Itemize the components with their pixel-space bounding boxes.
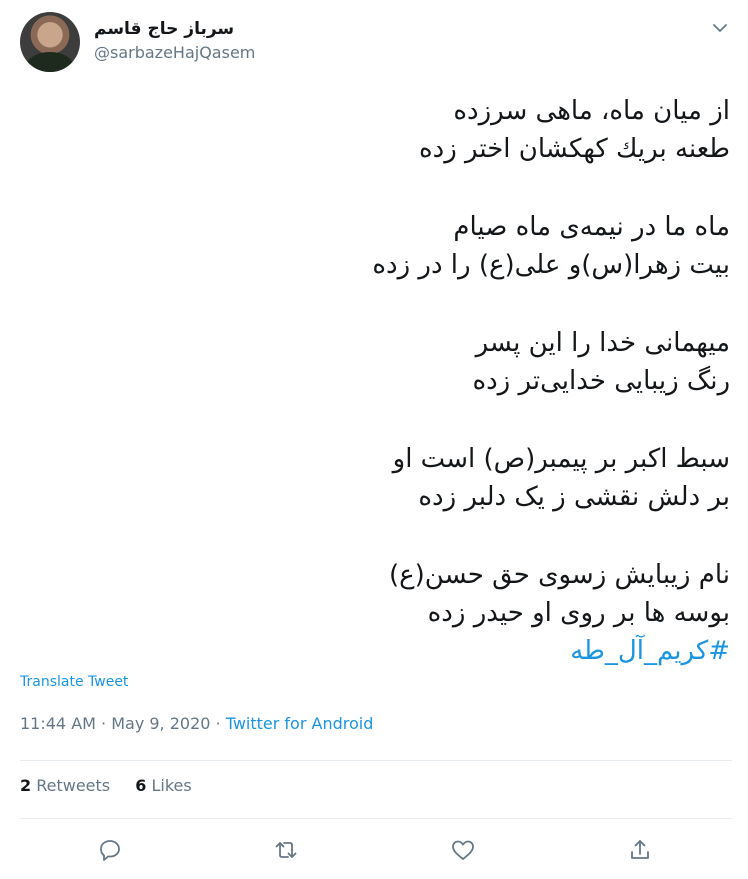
divider <box>20 818 732 819</box>
author-handle[interactable]: @sarbazeHajQasem <box>94 42 255 64</box>
avatar[interactable] <box>20 12 80 72</box>
likes-count: 6 <box>135 776 147 795</box>
tweet-line: بر دلش نقشی ز یک دلبر زده <box>418 482 730 512</box>
stanza-gap <box>20 400 730 440</box>
like-icon[interactable] <box>445 832 481 868</box>
author-display-name[interactable]: سرباز حاج قاسم <box>94 18 255 40</box>
chevron-down-icon[interactable] <box>710 18 730 38</box>
author-names: سرباز حاج قاسم @sarbazeHajQasem <box>94 18 255 64</box>
stanza-gap <box>20 168 730 208</box>
tweet-line: رنگ زیبایی خدایی‌تر زده <box>472 366 730 396</box>
tweet-line: ماه ما در نیمه‌ی ماه صیام <box>453 212 730 242</box>
timestamp[interactable]: 11:44 AM · May 9, 2020 · <box>20 714 226 733</box>
translate-tweet-link[interactable]: Translate Tweet <box>20 674 128 690</box>
source-link[interactable]: Twitter for Android <box>226 714 374 733</box>
tweet-header: سرباز حاج قاسم @sarbazeHajQasem <box>20 12 732 76</box>
tweet-line: میهمانی خدا را این پسر <box>475 328 730 358</box>
retweets-count: 2 <box>20 776 32 795</box>
retweets-stat[interactable]: 2 Retweets <box>20 776 110 795</box>
share-icon[interactable] <box>622 832 658 868</box>
likes-label: Likes <box>151 776 192 795</box>
tweet-stats: 2 Retweets 6 Likes <box>20 776 212 795</box>
stanza-gap <box>20 284 730 324</box>
avatar-shoulders <box>26 52 74 72</box>
retweets-label: Retweets <box>36 776 111 795</box>
stanza-gap <box>20 516 730 556</box>
tweet-line: طعنه بریك کهکشان اختر زده <box>419 134 730 164</box>
divider <box>20 760 732 761</box>
tweet-meta: 11:44 AM · May 9, 2020 · Twitter for And… <box>20 714 373 733</box>
tweet-line: نام زیبایش زسوی حق حسن(ع) <box>389 560 730 590</box>
action-bar <box>20 832 732 868</box>
tweet-line: از میان ماه، ماهی سرزده <box>453 96 730 126</box>
tweet-line: بوسه ها بر روی او حیدر زده <box>427 598 730 628</box>
tweet-text: از میان ماه، ماهی سرزده طعنه بریك کهکشان… <box>20 92 730 670</box>
hashtag-link[interactable]: #کریم_آل_طه <box>570 636 730 666</box>
tweet-line: سبط اکبر بر پیمبر(ص) است او <box>392 444 730 474</box>
tweet-line: بیت زهرا(س)و علی(ع) را در زده <box>372 250 730 280</box>
likes-stat[interactable]: 6 Likes <box>135 776 191 795</box>
retweet-icon[interactable] <box>268 832 304 868</box>
reply-icon[interactable] <box>92 832 128 868</box>
